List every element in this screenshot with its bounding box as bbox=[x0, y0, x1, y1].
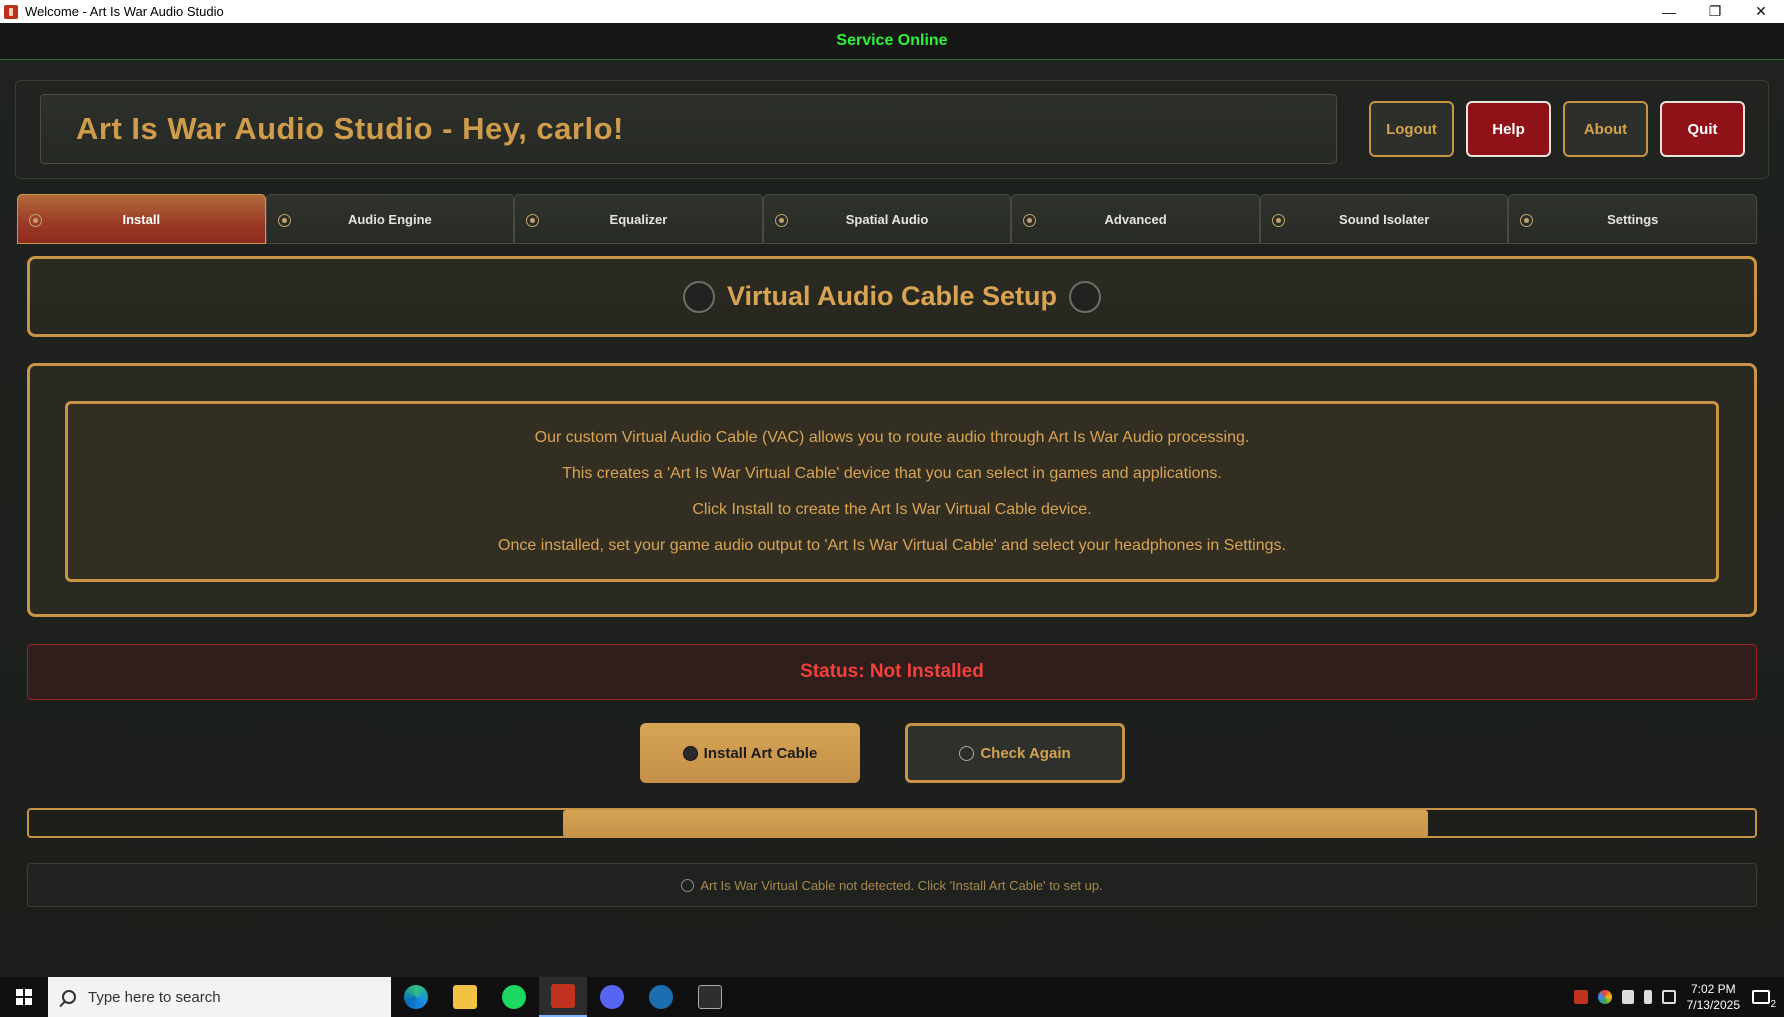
info-text-box: Our custom Virtual Audio Cable (VAC) all… bbox=[65, 401, 1719, 582]
search-icon bbox=[62, 990, 76, 1004]
windows-logo-icon bbox=[16, 989, 32, 1005]
tab-sound-isolater[interactable]: Sound Isolater bbox=[1259, 194, 1509, 244]
service-status-text: Service Online bbox=[836, 32, 948, 49]
tab-label: Equalizer bbox=[609, 211, 668, 227]
art-is-war-tray-icon[interactable] bbox=[1573, 990, 1588, 1004]
radio-icon bbox=[1023, 214, 1037, 227]
window-title-bar: Welcome - Art Is War Audio Studio — ❐ ✕ bbox=[0, 0, 1784, 23]
tab-label: Sound Isolater bbox=[1339, 211, 1430, 227]
info-line: Click Install to create the Art Is War V… bbox=[692, 500, 1092, 518]
detection-message: Art Is War Virtual Cable not detected. C… bbox=[700, 877, 1103, 893]
tab-settings[interactable]: Settings bbox=[1508, 194, 1758, 244]
window-title: Welcome - Art Is War Audio Studio bbox=[25, 4, 224, 19]
usb-icon[interactable] bbox=[1643, 990, 1652, 1004]
app-logo-icon bbox=[4, 4, 18, 19]
tab-label: Audio Engine bbox=[347, 211, 432, 227]
radio-icon bbox=[29, 214, 42, 227]
install-button-label: Install Art Cable bbox=[703, 744, 818, 762]
file-explorer-icon[interactable] bbox=[441, 977, 489, 1017]
service-status-bar: Service Online bbox=[0, 23, 1784, 60]
edge-icon[interactable] bbox=[392, 977, 440, 1017]
quit-button[interactable]: Quit bbox=[1660, 101, 1745, 157]
art-is-war-icon[interactable] bbox=[539, 977, 587, 1017]
info-line: Once installed, set your game audio outp… bbox=[498, 536, 1286, 554]
tab-label: Settings bbox=[1607, 211, 1659, 227]
system-tray: 7:02 PM 7/13/2025 2 bbox=[1569, 977, 1784, 1017]
taskbar: Type here to search 7:02 PM 7/13/2025 2 bbox=[0, 977, 1784, 1017]
taskbar-clock[interactable]: 7:02 PM 7/13/2025 bbox=[1687, 981, 1740, 1013]
help-button[interactable]: Help bbox=[1466, 101, 1551, 157]
circle-icon bbox=[1069, 280, 1102, 313]
circle-icon bbox=[682, 280, 715, 313]
tab-audio-engine[interactable]: Audio Engine bbox=[265, 194, 515, 244]
search-placeholder: Type here to search bbox=[88, 988, 221, 1006]
taskbar-search[interactable]: Type here to search bbox=[48, 977, 391, 1017]
header-title-box: Art Is War Audio Studio - Hey, carlo! bbox=[40, 94, 1337, 164]
logout-button[interactable]: Logout bbox=[1369, 101, 1454, 157]
steam-icon[interactable] bbox=[637, 977, 685, 1017]
about-button[interactable]: About bbox=[1563, 101, 1648, 157]
clock-time: 7:02 PM bbox=[1690, 982, 1736, 996]
close-button[interactable]: ✕ bbox=[1738, 0, 1784, 23]
notification-count: 2 bbox=[1770, 999, 1776, 1010]
install-art-cable-button[interactable]: Install Art Cable bbox=[640, 723, 860, 783]
status-box: Status: Not Installed bbox=[27, 644, 1757, 700]
tab-label: Spatial Audio bbox=[845, 211, 929, 227]
tab-label: Advanced bbox=[1104, 211, 1167, 227]
chrome-icon[interactable] bbox=[1597, 990, 1612, 1004]
restore-button[interactable]: ❐ bbox=[1692, 0, 1738, 23]
tab-advanced[interactable]: Advanced bbox=[1011, 194, 1260, 244]
radio-icon bbox=[774, 214, 788, 227]
window-controls: — ❐ ✕ bbox=[1646, 0, 1784, 23]
main-tabs: Install Audio Engine Equalizer Spatial A… bbox=[17, 194, 1758, 244]
radio-icon bbox=[526, 214, 540, 227]
notification-icon[interactable]: 2 bbox=[1752, 990, 1776, 1010]
check-again-button[interactable]: Check Again bbox=[905, 723, 1125, 783]
section-title: Virtual Audio Cable Setup bbox=[726, 281, 1058, 311]
detection-message-box: Art Is War Virtual Cable not detected. C… bbox=[27, 863, 1757, 907]
check-button-label: Check Again bbox=[980, 744, 1071, 762]
tab-equalizer[interactable]: Equalizer bbox=[514, 194, 763, 244]
info-line: This creates a 'Art Is War Virtual Cable… bbox=[562, 464, 1222, 482]
circle-icon bbox=[681, 878, 695, 892]
dot-icon bbox=[959, 745, 975, 761]
progress-fill bbox=[563, 810, 1429, 837]
tab-label: Install bbox=[122, 211, 161, 227]
info-line: Our custom Virtual Audio Cable (VAC) all… bbox=[534, 428, 1250, 446]
tab-install[interactable]: Install bbox=[17, 194, 266, 244]
status-text: Status: Not Installed bbox=[800, 661, 984, 682]
dot-icon bbox=[682, 745, 698, 761]
start-button[interactable] bbox=[0, 977, 48, 1017]
radio-icon bbox=[1271, 214, 1285, 227]
volume-icon[interactable] bbox=[1621, 990, 1634, 1004]
network-icon[interactable] bbox=[1661, 990, 1676, 1004]
minimize-button[interactable]: — bbox=[1646, 0, 1692, 23]
radio-icon bbox=[277, 214, 291, 227]
epic-games-icon[interactable] bbox=[686, 977, 734, 1017]
clock-date: 7/13/2025 bbox=[1686, 998, 1740, 1012]
radio-icon bbox=[1520, 214, 1534, 227]
tab-spatial-audio[interactable]: Spatial Audio bbox=[762, 194, 1012, 244]
spotify-icon[interactable] bbox=[490, 977, 538, 1017]
discord-icon[interactable] bbox=[588, 977, 636, 1017]
section-header: Virtual Audio Cable Setup bbox=[27, 256, 1757, 337]
app-title: Art Is War Audio Studio - Hey, carlo! bbox=[76, 111, 624, 146]
